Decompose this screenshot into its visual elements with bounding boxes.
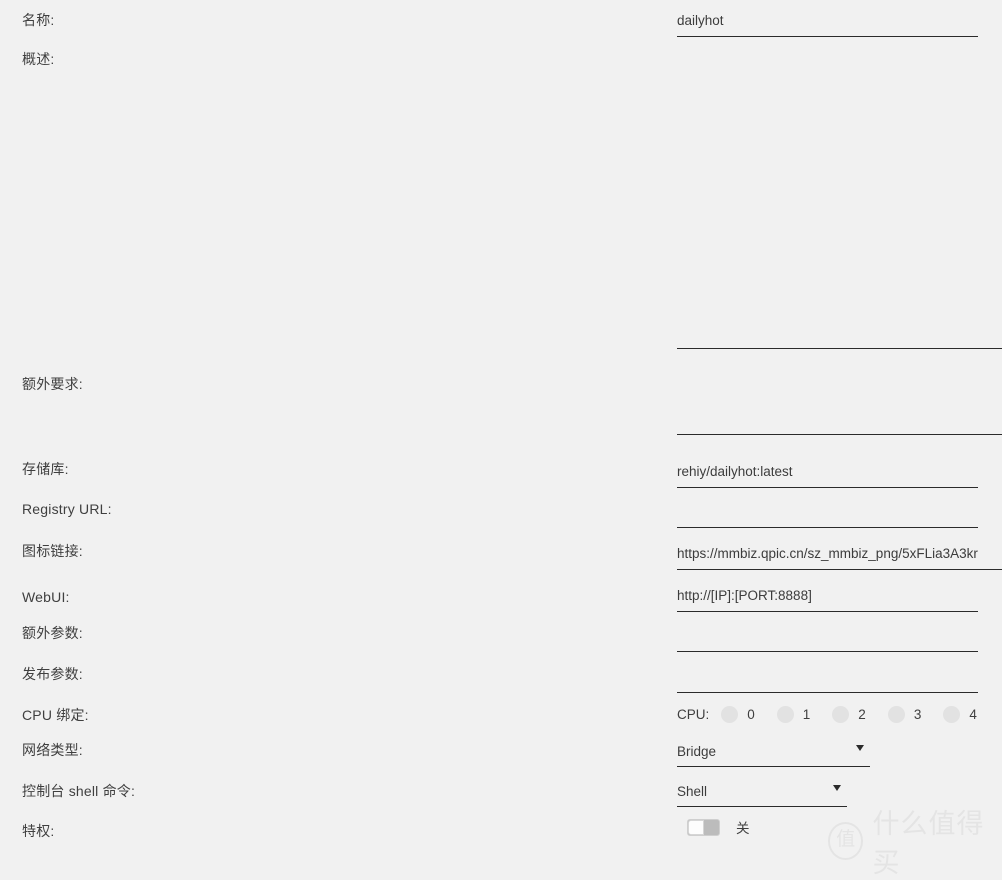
label-extra-requirements: 额外要求: [22, 376, 83, 392]
publish-parameters-input[interactable] [677, 666, 978, 693]
label-privileged: 特权: [22, 823, 55, 839]
label-cpu-binding: CPU 绑定: [22, 707, 89, 723]
label-icon-url: 图标链接: [22, 543, 83, 559]
cpu-group-title: CPU: [677, 707, 710, 722]
label-name: 名称: [22, 12, 55, 28]
container-settings-form: 名称: 概述: 额外要求: 存储库: Registry URL: 图标链接: W… [0, 0, 1002, 879]
toggle-knob[interactable] [688, 819, 704, 835]
label-console-shell: 控制台 shell 命令: [22, 783, 136, 799]
chevron-down-icon[interactable] [856, 745, 864, 751]
console-shell-value: Shell [677, 784, 708, 799]
cpu-option-label: 0 [747, 707, 755, 722]
radio-icon[interactable] [721, 706, 739, 723]
cpu-option-label: 4 [969, 707, 977, 722]
label-registry-url: Registry URL: [22, 501, 112, 517]
description-textarea[interactable] [677, 50, 1002, 349]
label-description: 概述: [22, 51, 55, 67]
label-extra-parameters: 额外参数: [22, 625, 83, 641]
cpu-option-2[interactable]: 2 [832, 706, 866, 723]
cpu-binding-group: CPU: 0 1 2 3 4 [677, 706, 999, 723]
network-type-select[interactable]: Bridge [677, 742, 870, 767]
cpu-option-0[interactable]: 0 [721, 706, 755, 723]
privileged-toggle-row: 关 [687, 817, 750, 837]
network-type-value: Bridge [677, 744, 717, 759]
cpu-option-label: 2 [858, 707, 866, 722]
webui-input[interactable] [677, 585, 978, 612]
console-shell-select[interactable]: Shell [677, 782, 847, 807]
registry-url-input[interactable] [677, 501, 978, 528]
watermark-badge-icon: 值 [828, 822, 864, 860]
watermark-text: 什么值得买 [872, 809, 985, 879]
name-input[interactable] [677, 10, 978, 37]
radio-icon[interactable] [887, 706, 905, 723]
watermark: 值 什么值得买 [828, 802, 1002, 880]
extra-requirements-textarea[interactable] [677, 372, 1002, 435]
cpu-option-label: 3 [913, 707, 922, 722]
label-network-type: 网络类型: [22, 742, 83, 758]
cpu-option-3[interactable]: 3 [887, 706, 922, 723]
radio-icon[interactable] [776, 706, 794, 723]
extra-parameters-input[interactable] [677, 625, 978, 652]
label-repository: 存储库: [22, 461, 69, 477]
radio-icon[interactable] [943, 706, 961, 723]
label-publish-parameters: 发布参数: [22, 666, 83, 682]
icon-url-input[interactable] [677, 543, 1002, 570]
privileged-state-label: 关 [736, 821, 750, 836]
chevron-down-icon[interactable] [833, 785, 841, 791]
label-webui: WebUI: [22, 589, 70, 605]
radio-icon[interactable] [832, 706, 850, 723]
privileged-toggle[interactable] [687, 818, 720, 836]
cpu-option-label: 1 [802, 707, 811, 722]
cpu-option-4[interactable]: 4 [943, 706, 977, 723]
repository-input[interactable] [677, 461, 978, 488]
cpu-option-1[interactable]: 1 [776, 706, 811, 723]
